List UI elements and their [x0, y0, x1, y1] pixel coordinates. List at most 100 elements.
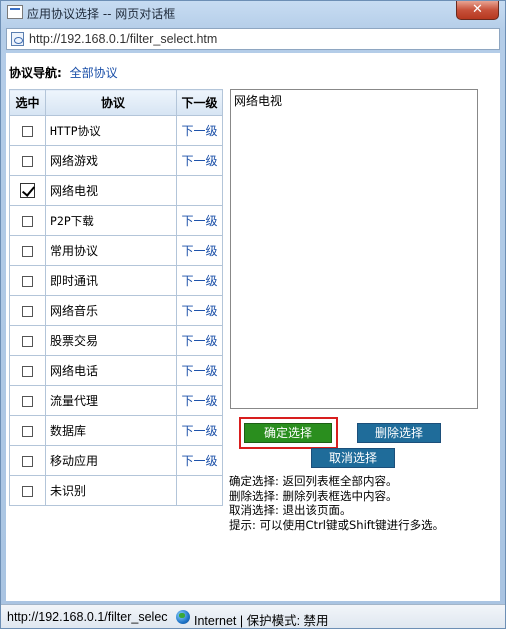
row-next-level-link[interactable]: 下一级: [181, 394, 217, 408]
dialog-window: 应用协议选择 -- 网页对话框 ✕ http://192.168.0.1/fil…: [0, 0, 506, 629]
row-select-cell: [9, 325, 46, 356]
table-header-row: 选中 协议 下一级: [9, 89, 223, 116]
row-next-level-link[interactable]: 下一级: [181, 334, 217, 348]
row-select-cell: [9, 415, 46, 446]
row-checkbox[interactable]: [22, 455, 33, 467]
row-next-level-link[interactable]: 下一级: [181, 244, 217, 258]
row-next-cell: [176, 175, 223, 206]
row-protocol-name: 流量代理: [45, 385, 177, 416]
row-select-cell: [9, 295, 46, 326]
nav-label: 协议导航:: [9, 66, 62, 80]
row-checkbox[interactable]: [22, 425, 33, 437]
row-checkbox[interactable]: [22, 395, 33, 407]
table-row: HTTP协议 下一级: [9, 115, 223, 146]
row-protocol-name: 数据库: [45, 415, 177, 446]
window-icon: [7, 5, 23, 19]
address-text: http://192.168.0.1/filter_select.htm: [29, 32, 218, 46]
row-protocol-name: P2P下载: [45, 205, 177, 236]
row-next-cell: 下一级: [176, 265, 223, 296]
row-checkbox[interactable]: [22, 245, 33, 257]
row-protocol-name: 网络电视: [45, 175, 177, 206]
table-row: 未识别: [9, 475, 223, 506]
row-checkbox[interactable]: [22, 125, 33, 137]
row-checkbox[interactable]: [22, 335, 33, 347]
row-protocol-name: 股票交易: [45, 325, 177, 356]
row-next-cell: [176, 475, 223, 506]
row-protocol-name: 即时通讯: [45, 265, 177, 296]
help-line-delete: 删除选择: 删除列表框选中内容。: [229, 488, 398, 503]
row-next-level-link[interactable]: 下一级: [181, 364, 217, 378]
row-checkbox[interactable]: [22, 485, 33, 497]
row-protocol-name: HTTP协议: [45, 115, 177, 146]
protocol-table: 选中 协议 下一级 HTTP协议 下一级 网络游戏 下一级 网络电视 P2P下载 下一级 常用…: [9, 89, 223, 506]
header-protocol: 协议: [45, 89, 177, 116]
row-checkbox[interactable]: [22, 215, 33, 227]
row-select-cell: [9, 145, 46, 176]
row-protocol-name: 移动应用: [45, 445, 177, 476]
dialog-content: 协议导航: 全部协议 选中 协议 下一级 HTTP协议 下一级 网络游戏 下一级 网络电…: [6, 53, 500, 601]
row-next-cell: 下一级: [176, 295, 223, 326]
header-select: 选中: [9, 89, 46, 116]
selected-protocols-listbox[interactable]: 网络电视: [230, 89, 478, 409]
protocol-nav: 协议导航: 全部协议: [9, 64, 118, 81]
table-row: 即时通讯 下一级: [9, 265, 223, 296]
row-select-cell: [9, 115, 46, 146]
row-next-cell: 下一级: [176, 115, 223, 146]
help-line-confirm: 确定选择: 返回列表框全部内容。: [229, 474, 398, 488]
row-protocol-name: 网络电话: [45, 355, 177, 386]
table-row: 网络电话 下一级: [9, 355, 223, 386]
row-next-level-link[interactable]: 下一级: [181, 304, 217, 318]
table-row: 网络音乐 下一级: [9, 295, 223, 326]
listbox-option[interactable]: 网络电视: [234, 92, 282, 109]
row-checkbox[interactable]: [22, 305, 33, 317]
nav-link-all-protocols[interactable]: 全部协议: [70, 66, 118, 80]
table-row: 流量代理 下一级: [9, 385, 223, 416]
header-next: 下一级: [176, 89, 223, 116]
row-next-cell: 下一级: [176, 145, 223, 176]
row-select-cell: [9, 175, 46, 206]
row-select-cell: [9, 235, 46, 266]
delete-select-button[interactable]: 删除选择: [357, 423, 441, 443]
address-bar: http://192.168.0.1/filter_select.htm: [6, 28, 500, 50]
row-select-cell: [9, 205, 46, 236]
table-row: 股票交易 下一级: [9, 325, 223, 356]
window-title: 应用协议选择 -- 网页对话框: [27, 7, 176, 21]
row-next-cell: 下一级: [176, 325, 223, 356]
help-line-cancel: 取消选择: 退出该页面。: [229, 503, 352, 517]
internet-globe-icon: [176, 610, 190, 624]
row-next-level-link[interactable]: 下一级: [181, 274, 217, 288]
row-next-cell: 下一级: [176, 235, 223, 266]
help-text: 确定选择: 返回列表框全部内容。 删除选择: 删除列表框选中内容。 取消选择: …: [229, 474, 444, 532]
row-next-level-link[interactable]: 下一级: [181, 214, 217, 228]
status-url: http://192.168.0.1/filter_selec: [7, 610, 168, 624]
title-bar: 应用协议选择 -- 网页对话框 ✕: [1, 1, 505, 25]
table-row: 移动应用 下一级: [9, 445, 223, 476]
cancel-select-button[interactable]: 取消选择: [311, 448, 395, 468]
table-row: 数据库 下一级: [9, 415, 223, 446]
row-next-level-link[interactable]: 下一级: [181, 454, 217, 468]
row-select-cell: [9, 475, 46, 506]
row-select-cell: [9, 355, 46, 386]
row-next-level-link[interactable]: 下一级: [181, 154, 217, 168]
table-row: 网络游戏 下一级: [9, 145, 223, 176]
status-zone: Internet | 保护模式: 禁用: [194, 614, 329, 628]
row-select-cell: [9, 265, 46, 296]
row-checkbox[interactable]: [20, 183, 35, 198]
close-button[interactable]: ✕: [456, 1, 499, 20]
confirm-select-button[interactable]: 确定选择: [244, 423, 332, 443]
table-row: 网络电视: [9, 175, 223, 206]
row-next-level-link[interactable]: 下一级: [181, 424, 217, 438]
row-checkbox[interactable]: [22, 155, 33, 167]
row-next-level-link[interactable]: 下一级: [181, 124, 217, 138]
row-select-cell: [9, 445, 46, 476]
row-checkbox[interactable]: [22, 275, 33, 287]
row-next-cell: 下一级: [176, 205, 223, 236]
row-protocol-name: 网络音乐: [45, 295, 177, 326]
row-next-cell: 下一级: [176, 355, 223, 386]
row-next-cell: 下一级: [176, 415, 223, 446]
page-icon: [11, 32, 24, 46]
row-checkbox[interactable]: [22, 365, 33, 377]
help-line-tip: 提示: 可以使用Ctrl键或Shift键进行多选。: [229, 517, 445, 532]
row-next-cell: 下一级: [176, 445, 223, 476]
table-row: P2P下载 下一级: [9, 205, 223, 236]
